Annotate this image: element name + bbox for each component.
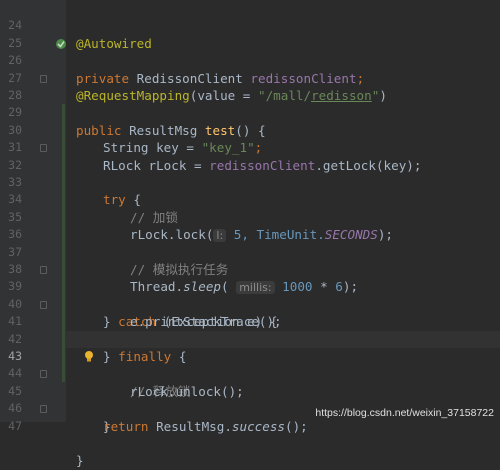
code-line: 38 Thread.sleep( millis: 1000 * 6); [0, 244, 500, 295]
code-line: 26 [0, 35, 500, 67]
code-line: 34 // 加锁 [0, 174, 500, 224]
fold-icon[interactable] [40, 405, 47, 414]
fold-icon[interactable] [40, 300, 47, 309]
code-line: 40 e.printStackTrace(); [0, 278, 500, 329]
code-line: 27 @RequestMapping(value = "/mall/rediss… [0, 52, 500, 103]
code-line: 41 } finally { [0, 296, 500, 364]
line-number: 47 [8, 418, 22, 433]
fold-icon[interactable] [40, 144, 47, 153]
code-line: 31 RLock rLock = redissonClient.getLock(… [0, 122, 500, 172]
fold-icon[interactable] [40, 74, 47, 83]
code-line: 42 [0, 313, 500, 346]
code-line: 30 String key = "key_1"; [0, 104, 500, 155]
code-line: 32 try { [0, 139, 500, 207]
code-line: 35 rLock.lock(l: 5, TimeUnit.SECONDS); [0, 191, 500, 243]
code-line: 36 [0, 209, 500, 241]
code-line: 37 // 模拟执行任务 [0, 226, 500, 277]
code-line: 24 @Autowired [0, 0, 500, 50]
fold-icon[interactable] [40, 266, 47, 274]
code-line: 43 // 释放锁 [0, 331, 500, 399]
code-line: 25 private RedissonClient redissonClient… [0, 17, 500, 86]
code-line: 44 rLock.unlock(); [0, 348, 500, 398]
fold-icon[interactable] [40, 370, 47, 379]
code-line: 45 } [0, 365, 500, 434]
watermark: https://blog.csdn.net/weixin_37158722 [315, 407, 494, 419]
code-line: 29 [0, 87, 500, 119]
code-line: 33 [0, 157, 500, 189]
code-line: 39 } catch (Exception e) { [0, 261, 500, 329]
code-line: 46 return ResultMsg.success(); [0, 383, 500, 433]
code-line: 28 public ResultMsg test() { [0, 70, 500, 138]
